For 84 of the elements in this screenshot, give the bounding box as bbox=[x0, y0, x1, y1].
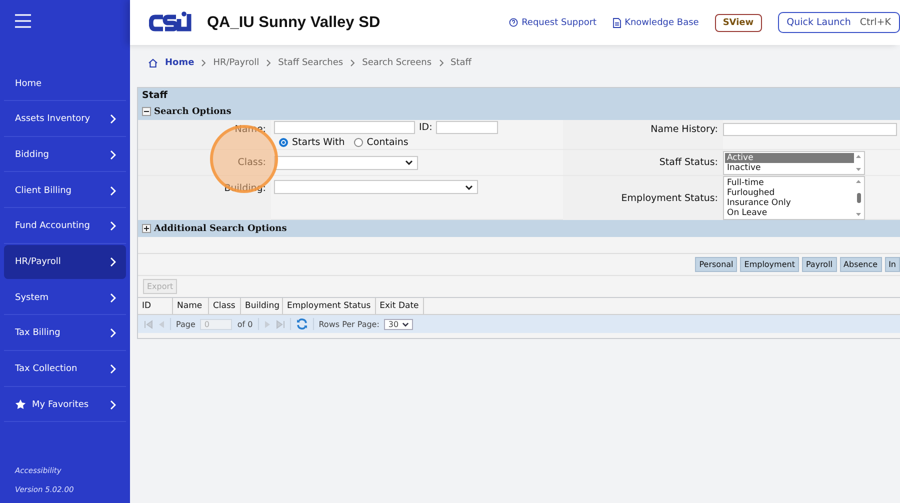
menu-icon[interactable] bbox=[15, 14, 31, 28]
list-option[interactable]: Insurance Only bbox=[725, 198, 854, 208]
list-option[interactable]: Inactive bbox=[725, 162, 854, 172]
plus-icon[interactable] bbox=[142, 224, 151, 233]
star-icon bbox=[15, 399, 26, 410]
help-icon bbox=[508, 18, 518, 27]
radio-label: Starts With bbox=[292, 137, 345, 148]
id-field[interactable] bbox=[436, 121, 498, 134]
document-icon bbox=[612, 18, 621, 28]
chevron-icon bbox=[438, 59, 444, 67]
building-dropdown[interactable] bbox=[274, 180, 478, 194]
breadcrumb-link[interactable]: Staff Searches bbox=[278, 58, 344, 68]
caret-icon bbox=[402, 322, 409, 326]
scroll-up-icon[interactable] bbox=[856, 154, 861, 158]
scroll-up-icon[interactable] bbox=[856, 180, 861, 183]
sidebar-item[interactable]: Home bbox=[4, 67, 126, 101]
radio-button[interactable] bbox=[354, 138, 363, 147]
list-option[interactable]: Active bbox=[725, 152, 854, 162]
radio-label: Contains bbox=[366, 137, 408, 148]
view-button[interactable]: Personal bbox=[695, 257, 738, 272]
field-label: Staff Status: bbox=[659, 157, 718, 168]
column-header[interactable]: Exit Date bbox=[376, 298, 424, 314]
logo-icon bbox=[149, 10, 193, 34]
column-header[interactable]: Name bbox=[173, 298, 209, 314]
chevron-icon bbox=[266, 59, 272, 67]
section-title: Additional Search Options bbox=[154, 224, 287, 234]
staff-status-listbox[interactable]: Active Inactive bbox=[723, 150, 865, 174]
chevron-icon bbox=[350, 59, 356, 67]
breadcrumb-link[interactable]: Search Screens bbox=[362, 58, 432, 68]
page-count: of 0 bbox=[237, 320, 253, 328]
breadcrumb-link[interactable]: Home bbox=[165, 58, 194, 68]
field-label: Employment Status: bbox=[621, 192, 718, 204]
field-label: Name History: bbox=[650, 124, 718, 135]
sidebar-item[interactable]: Bidding bbox=[4, 138, 126, 172]
view-button[interactable]: Absence bbox=[840, 257, 882, 272]
field-label: ID: bbox=[419, 122, 432, 133]
scroll-down-icon[interactable] bbox=[856, 213, 861, 216]
list-option[interactable]: Full-time bbox=[725, 178, 854, 188]
view-button[interactable]: Employment bbox=[740, 257, 799, 272]
header-link[interactable]: Knowledge Base bbox=[612, 18, 699, 28]
column-header[interactable]: Employment Status bbox=[283, 298, 376, 314]
view-button[interactable]: Payroll bbox=[802, 257, 837, 272]
rows-per-page-label: Rows Per Page: bbox=[318, 320, 380, 328]
sidebar-item[interactable]: HR/Payroll bbox=[4, 245, 126, 280]
class-dropdown[interactable] bbox=[274, 156, 418, 170]
scroll-down-icon[interactable] bbox=[856, 168, 861, 170]
field-label: Building: bbox=[224, 183, 266, 194]
sidebar-item[interactable]: My Favorites bbox=[4, 388, 126, 422]
list-option[interactable]: Furloughed bbox=[725, 188, 854, 198]
sview-button[interactable]: SView bbox=[714, 14, 762, 32]
header-link[interactable]: Request Support bbox=[508, 18, 597, 28]
section-title: Search Options bbox=[154, 106, 232, 116]
page-label: Page bbox=[176, 320, 196, 328]
rows-per-page-dropdown[interactable]: 30 bbox=[384, 318, 413, 330]
home-icon bbox=[148, 58, 158, 68]
column-header[interactable]: Building bbox=[241, 298, 283, 314]
field-label: Class: bbox=[238, 157, 266, 168]
minus-icon[interactable] bbox=[142, 107, 151, 116]
sidebar-item[interactable]: Client Billing bbox=[4, 174, 126, 208]
employment-status-listbox[interactable]: Full-time Furloughed Insurance Only On Leave bbox=[723, 176, 865, 220]
caret-icon bbox=[405, 160, 413, 165]
list-option[interactable]: On Leave bbox=[725, 208, 854, 218]
last-page-icon[interactable] bbox=[276, 320, 285, 328]
sidebar-item[interactable]: Tax Billing bbox=[4, 316, 126, 351]
panel-title: Staff bbox=[138, 88, 900, 103]
name-history-field[interactable] bbox=[723, 123, 897, 136]
radio-button[interactable] bbox=[279, 138, 288, 147]
first-page-icon[interactable] bbox=[144, 320, 153, 328]
sidebar-item[interactable]: Tax Collection bbox=[4, 352, 126, 386]
caret-icon bbox=[465, 184, 473, 190]
name-field[interactable] bbox=[274, 121, 415, 134]
sidebar-item[interactable]: System bbox=[4, 281, 126, 316]
quick-launch-button[interactable]: Quick Launch Ctrl+K bbox=[778, 12, 900, 33]
breadcrumb-link[interactable]: HR/Payroll bbox=[213, 58, 260, 68]
chevron-icon bbox=[201, 59, 206, 67]
breadcrumb-link[interactable]: Staff bbox=[450, 58, 472, 68]
sidebar-item[interactable]: Fund Accounting bbox=[4, 210, 126, 244]
view-button[interactable]: In bbox=[884, 257, 900, 272]
sidebar-item[interactable]: Assets Inventory bbox=[4, 102, 126, 137]
column-header[interactable]: Class bbox=[209, 298, 241, 314]
district-title: QA_IU Sunny Valley SD bbox=[207, 14, 380, 32]
scrollbar-thumb[interactable] bbox=[856, 193, 860, 203]
column-header[interactable]: ID bbox=[138, 298, 173, 314]
refresh-icon[interactable] bbox=[296, 318, 308, 330]
